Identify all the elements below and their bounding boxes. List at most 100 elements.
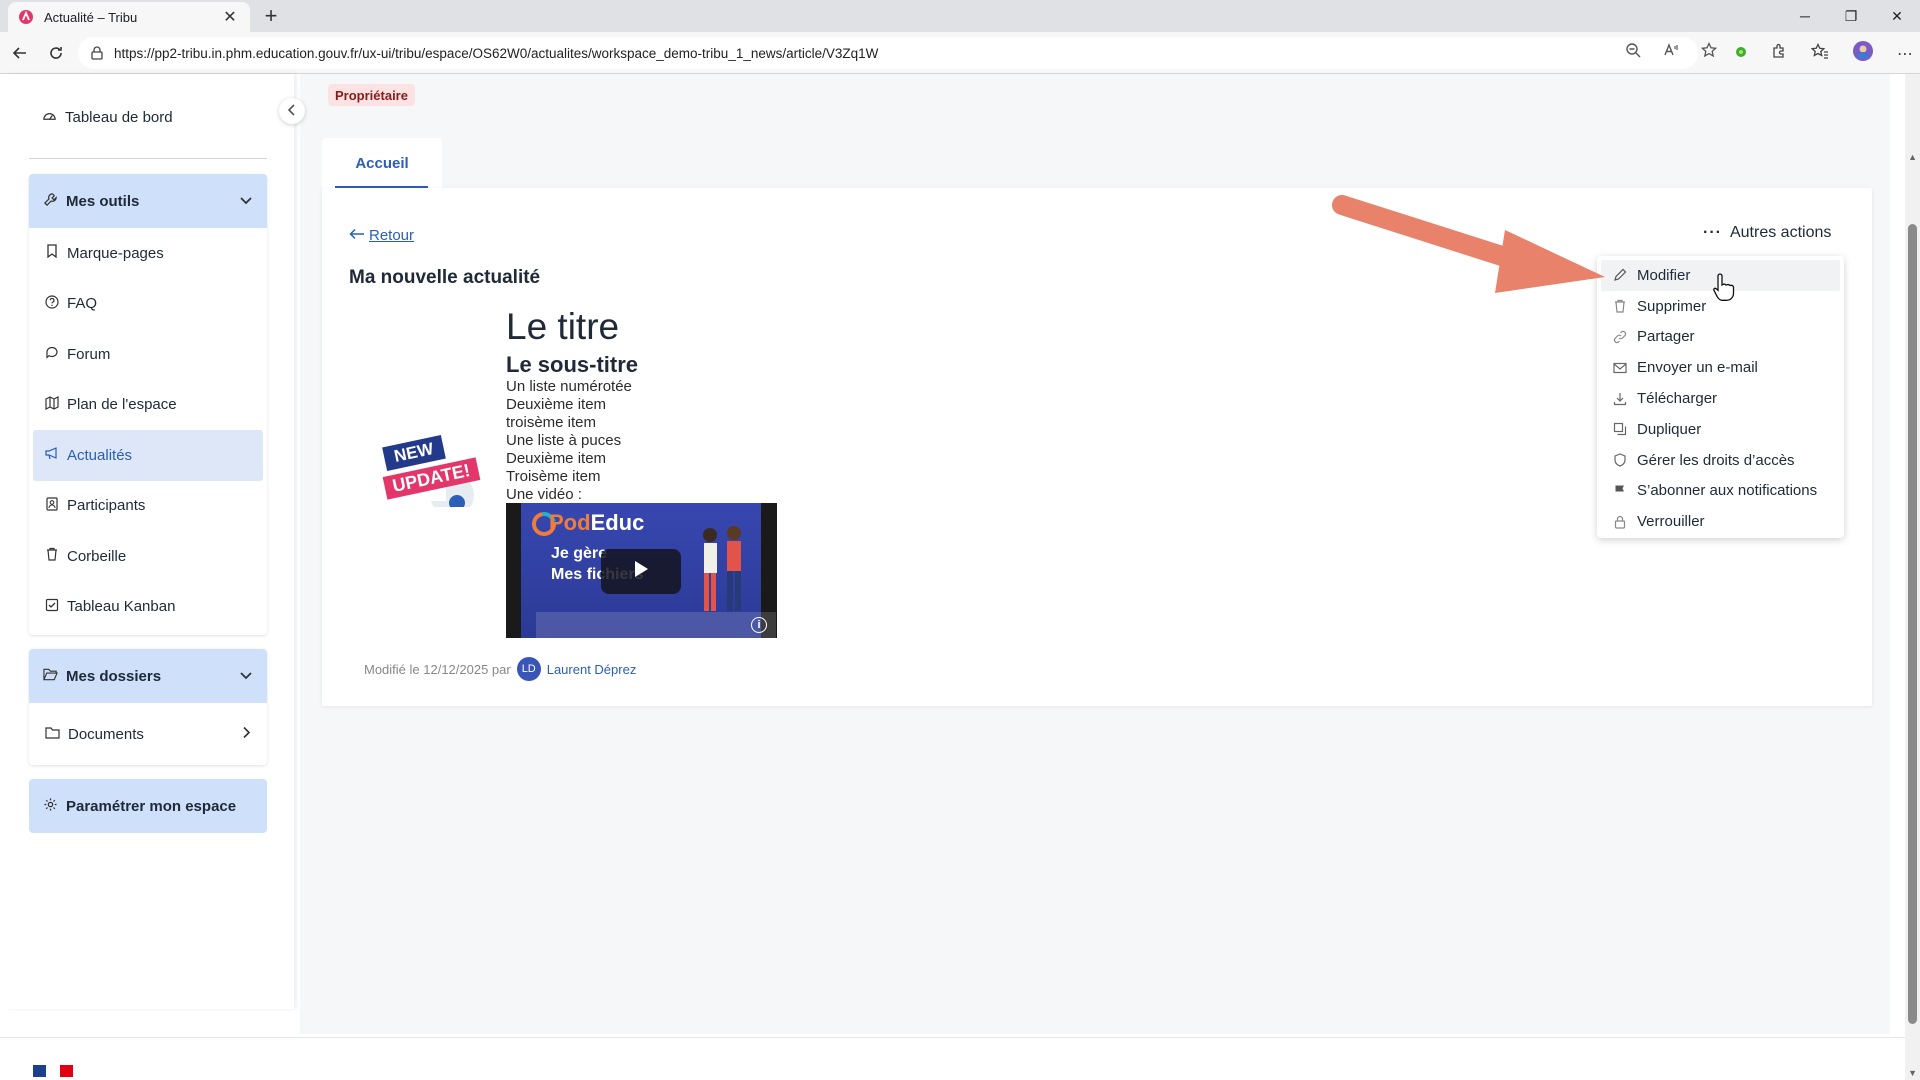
podeduc-logo: PodEduc	[549, 510, 644, 536]
sidebar-item-faq[interactable]: FAQ	[29, 279, 267, 330]
new-tab-icon[interactable]: +	[258, 3, 284, 29]
menu-item-subscribe[interactable]: S’abonner aux notifications	[1597, 476, 1844, 507]
article-title: Ma nouvelle actualité	[349, 267, 541, 288]
link-icon	[1613, 330, 1627, 344]
video-footer-strip	[536, 612, 776, 638]
sidebar-item-label: FAQ	[67, 295, 98, 313]
menu-item-label: S’abonner aux notifications	[1637, 482, 1818, 500]
folder-icon	[45, 726, 60, 743]
footer-divider	[0, 1037, 1905, 1038]
forum-icon	[45, 345, 59, 363]
menu-item-share[interactable]: Partager	[1597, 322, 1844, 353]
gear-icon	[43, 797, 58, 816]
sidebar-item-dashboard[interactable]: Tableau de bord	[42, 108, 173, 127]
back-link-label: Retour	[369, 227, 415, 244]
video-player[interactable]: PodEduc Je gère Mes fichiers i	[506, 503, 777, 638]
folders-group: Mes dossiers Documents	[29, 649, 267, 765]
menu-item-label: Verrouiller	[1637, 513, 1705, 531]
annotation-arrow	[1332, 195, 1605, 293]
duplicate-icon	[1613, 422, 1627, 436]
sidebar-item-label: Plan de l'espace	[67, 396, 177, 414]
article-line: Troisème item	[506, 468, 601, 485]
url-field[interactable]: https://pp2-tribu.in.phm.education.gouv.…	[78, 37, 1698, 69]
chevron-right-icon	[242, 726, 251, 743]
favorites-icon[interactable]	[1810, 42, 1829, 64]
restore-icon[interactable]: ❐	[1828, 0, 1874, 32]
flag-icon	[1613, 484, 1627, 498]
minimize-icon[interactable]: ─	[1782, 0, 1828, 32]
back-icon[interactable]	[8, 41, 32, 65]
folder-open-icon	[43, 667, 58, 685]
sidebar-item-kanban[interactable]: Tableau Kanban	[29, 582, 267, 633]
trash-icon	[45, 547, 59, 565]
browser-toolbar: ⋯	[1735, 41, 1914, 66]
scroll-up-icon[interactable]: ▲	[1908, 152, 1917, 162]
role-badge: Propriétaire	[328, 84, 415, 106]
space-settings-button[interactable]: Paramétrer mon espace	[29, 779, 267, 833]
space-settings-label: Paramétrer mon espace	[66, 797, 237, 815]
article-line: Un liste numérotée	[506, 378, 632, 395]
scroll-thumb[interactable]	[1908, 224, 1917, 1024]
page-scrollbar[interactable]: ▲ ▼	[1905, 74, 1920, 1080]
sidebar-item-documents[interactable]: Documents	[29, 703, 267, 765]
author-link[interactable]: Laurent Déprez	[547, 662, 637, 677]
sidebar-item-space-map[interactable]: Plan de l'espace	[29, 380, 267, 431]
sidebar-item-label: Tableau Kanban	[67, 598, 176, 616]
tools-group-header[interactable]: Mes outils	[29, 174, 267, 228]
menu-item-label: Envoyer un e-mail	[1637, 359, 1758, 377]
info-icon[interactable]: i	[751, 617, 767, 633]
sidebar-item-news[interactable]: Actualités	[33, 430, 263, 481]
zoom-icon[interactable]	[1625, 42, 1641, 63]
sidebar-item-label: Forum	[67, 345, 111, 363]
reload-icon[interactable]	[44, 41, 68, 65]
download-icon	[1613, 392, 1627, 406]
sidebar-item-bookmarks[interactable]: Marque-pages	[29, 228, 267, 279]
window-controls: ─ ❐ ✕	[1782, 0, 1920, 32]
menu-item-lock[interactable]: Verrouiller	[1597, 506, 1844, 537]
menu-item-download[interactable]: Télécharger	[1597, 383, 1844, 414]
modified-label: Modifié le 12/12/2025 par	[364, 661, 511, 677]
browser-menu-icon[interactable]: ⋯	[1897, 44, 1914, 64]
kanban-icon	[45, 598, 59, 616]
read-aloud-icon[interactable]	[1663, 42, 1679, 63]
article-line: Deuxième item	[506, 450, 607, 467]
sidebar-item-label: Actualités	[67, 446, 133, 464]
browser-tab[interactable]: Actualité – Tribu ✕	[8, 2, 250, 32]
tribu-favicon-icon	[18, 9, 34, 25]
menu-item-label: Modifier	[1637, 266, 1691, 284]
favorite-star-icon[interactable]	[1700, 41, 1718, 63]
url-text: https://pp2-tribu.in.phm.education.gouv.…	[114, 45, 879, 61]
folders-group-title: Mes dossiers	[66, 667, 162, 685]
tab-home[interactable]: Accueil	[322, 138, 442, 188]
play-button[interactable]	[601, 549, 681, 594]
scroll-down-icon[interactable]: ▼	[1908, 1068, 1917, 1078]
chevron-left-icon	[287, 103, 297, 119]
folders-group-header[interactable]: Mes dossiers	[29, 649, 267, 703]
menu-item-duplicate[interactable]: Dupliquer	[1597, 414, 1844, 445]
profile-avatar[interactable]	[1853, 41, 1873, 66]
close-tab-icon[interactable]: ✕	[220, 7, 240, 27]
sidebar-item-label: Marque-pages	[67, 244, 164, 262]
collapse-sidebar-button[interactable]	[279, 98, 305, 124]
more-actions-button[interactable]: ··· Autres actions	[1703, 224, 1831, 242]
back-link[interactable]: Retour	[349, 227, 414, 244]
sidebar-item-forum[interactable]: Forum	[29, 329, 267, 380]
sidebar-item-label: Documents	[68, 725, 144, 743]
hand-cursor-icon	[1713, 273, 1735, 301]
mail-icon	[1613, 361, 1627, 375]
menu-item-send-email[interactable]: Envoyer un e-mail	[1597, 352, 1844, 383]
sidebar-item-trash[interactable]: Corbeille	[29, 531, 267, 582]
shield-icon	[1613, 453, 1627, 467]
status-dot-icon[interactable]	[1735, 45, 1747, 63]
menu-item-manage-access[interactable]: Gérer les droits d’accès	[1597, 445, 1844, 476]
megaphone-icon	[45, 446, 59, 464]
close-window-icon[interactable]: ✕	[1874, 0, 1920, 32]
play-icon	[633, 560, 649, 583]
extensions-icon[interactable]	[1771, 43, 1787, 64]
sidebar-item-participants[interactable]: Participants	[29, 481, 267, 532]
question-icon	[45, 295, 59, 313]
site-info-icon[interactable]	[90, 46, 104, 60]
address-bar: https://pp2-tribu.in.phm.education.gouv.…	[0, 32, 1920, 74]
bookmark-icon	[45, 244, 59, 262]
menu-item-label: Dupliquer	[1637, 420, 1702, 438]
